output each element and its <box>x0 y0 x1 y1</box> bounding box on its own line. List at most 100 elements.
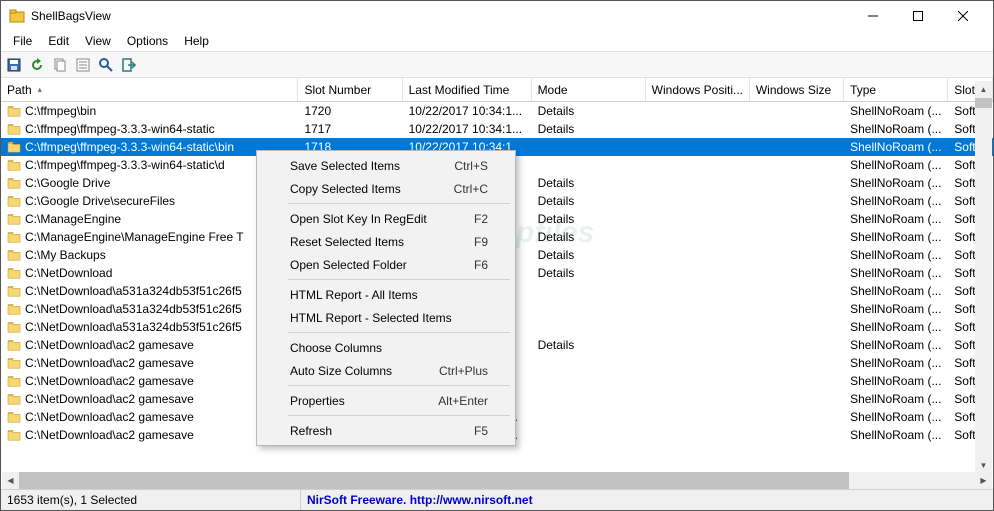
menu-options[interactable]: Options <box>119 32 176 50</box>
sort-indicator-icon: ▴ <box>38 85 42 94</box>
context-menu-separator <box>288 385 510 386</box>
column-last-modified[interactable]: Last Modified Time <box>403 78 532 101</box>
context-menu-item[interactable]: HTML Report - All Items <box>260 283 512 306</box>
context-menu-label: Copy Selected Items <box>290 182 401 196</box>
cell-type: ShellNoRoam (... <box>844 374 948 388</box>
horizontal-scrollbar[interactable]: ◀ ▶ <box>2 472 992 489</box>
cell-type: ShellNoRoam (... <box>844 104 948 118</box>
context-menu-item[interactable]: Auto Size ColumnsCtrl+Plus <box>260 359 512 382</box>
scroll-left-icon[interactable]: ◀ <box>2 472 19 489</box>
cell-slot: 1720 <box>298 104 402 118</box>
properties-icon[interactable] <box>74 56 92 74</box>
cell-type: ShellNoRoam (... <box>844 302 948 316</box>
context-menu-shortcut: Alt+Enter <box>438 394 488 408</box>
cell-mode: Details <box>532 104 646 118</box>
app-icon <box>9 8 25 24</box>
exit-icon[interactable] <box>120 56 138 74</box>
cell-path: C:\NetDownload\ac2 gamesave <box>1 338 298 352</box>
context-menu-label: Open Selected Folder <box>290 258 407 272</box>
status-credit: NirSoft Freeware. http://www.nirsoft.net <box>301 493 533 507</box>
menu-help[interactable]: Help <box>176 32 217 50</box>
cell-slot: 1717 <box>298 122 402 136</box>
context-menu: Save Selected ItemsCtrl+SCopy Selected I… <box>256 150 516 446</box>
context-menu-item[interactable]: HTML Report - Selected Items <box>260 306 512 329</box>
close-button[interactable] <box>940 2 985 31</box>
context-menu-label: Reset Selected Items <box>290 235 404 249</box>
context-menu-separator <box>288 415 510 416</box>
cell-type: ShellNoRoam (... <box>844 212 948 226</box>
cell-modified: 10/22/2017 10:34:1... <box>403 122 532 136</box>
column-windows-size[interactable]: Windows Size <box>750 78 844 101</box>
context-menu-separator <box>288 332 510 333</box>
refresh-icon[interactable] <box>28 56 46 74</box>
context-menu-label: Refresh <box>290 424 332 438</box>
table-row[interactable]: C:\ffmpeg\bin172010/22/2017 10:34:1...De… <box>1 102 993 120</box>
copy-icon[interactable] <box>51 56 69 74</box>
cell-type: ShellNoRoam (... <box>844 140 948 154</box>
cell-type: ShellNoRoam (... <box>844 284 948 298</box>
find-icon[interactable] <box>97 56 115 74</box>
context-menu-shortcut: Ctrl+Plus <box>439 364 488 378</box>
menu-edit[interactable]: Edit <box>40 32 77 50</box>
context-menu-item[interactable]: PropertiesAlt+Enter <box>260 389 512 412</box>
scroll-thumb[interactable] <box>975 98 992 108</box>
context-menu-item[interactable]: Reset Selected Items F9 <box>260 230 512 253</box>
cell-modified: 10/22/2017 10:34:1... <box>403 104 532 118</box>
window-title: ShellBagsView <box>31 9 850 23</box>
cell-type: ShellNoRoam (... <box>844 338 948 352</box>
context-menu-item[interactable]: RefreshF5 <box>260 419 512 442</box>
cell-path: C:\NetDownload\a531a324db53f51c26f5 <box>1 284 298 298</box>
vertical-scrollbar[interactable]: ▲ ▼ <box>975 81 992 474</box>
minimize-button[interactable] <box>850 2 895 31</box>
column-type[interactable]: Type <box>844 78 948 101</box>
cell-mode: Details <box>532 266 646 280</box>
cell-type: ShellNoRoam (... <box>844 176 948 190</box>
maximize-button[interactable] <box>895 2 940 31</box>
context-menu-shortcut: F9 <box>474 235 488 249</box>
context-menu-item[interactable]: Copy Selected Items Ctrl+C <box>260 177 512 200</box>
cell-path: C:\NetDownload\ac2 gamesave <box>1 356 298 370</box>
context-menu-label: HTML Report - Selected Items <box>290 311 452 325</box>
table-row[interactable]: C:\ffmpeg\ffmpeg-3.3.3-win64-static17171… <box>1 120 993 138</box>
cell-path: C:\ffmpeg\ffmpeg-3.3.3-win64-static\d <box>1 158 298 172</box>
cell-path: C:\NetDownload <box>1 266 298 280</box>
context-menu-item[interactable]: Open Slot Key In RegEdit F2 <box>260 207 512 230</box>
cell-mode: Details <box>532 194 646 208</box>
cell-type: ShellNoRoam (... <box>844 428 948 442</box>
cell-path: C:\NetDownload\a531a324db53f51c26f5 <box>1 320 298 334</box>
context-menu-item[interactable]: Choose Columns <box>260 336 512 359</box>
cell-type: ShellNoRoam (... <box>844 230 948 244</box>
column-mode[interactable]: Mode <box>532 78 646 101</box>
cell-path: C:\NetDownload\ac2 gamesave <box>1 374 298 388</box>
context-menu-label: Choose Columns <box>290 341 382 355</box>
scroll-right-icon[interactable]: ▶ <box>975 472 992 489</box>
cell-path: C:\NetDownload\ac2 gamesave <box>1 392 298 406</box>
cell-path: C:\My Backups <box>1 248 298 262</box>
cell-path: C:\NetDownload\ac2 gamesave <box>1 410 298 424</box>
cell-mode: Details <box>532 338 646 352</box>
cell-type: ShellNoRoam (... <box>844 392 948 406</box>
cell-type: ShellNoRoam (... <box>844 248 948 262</box>
column-slot-number[interactable]: Slot Number <box>298 78 402 101</box>
cell-type: ShellNoRoam (... <box>844 122 948 136</box>
save-icon[interactable] <box>5 56 23 74</box>
window-controls <box>850 2 985 31</box>
cell-path: C:\Google Drive <box>1 176 298 190</box>
context-menu-shortcut: Ctrl+C <box>454 182 488 196</box>
context-menu-item[interactable]: Save Selected ItemsCtrl+S <box>260 154 512 177</box>
cell-path: C:\ManageEngine <box>1 212 298 226</box>
context-menu-label: Save Selected Items <box>290 159 400 173</box>
column-path[interactable]: Path▴ <box>1 78 298 101</box>
cell-type: ShellNoRoam (... <box>844 356 948 370</box>
context-menu-label: Open Slot Key In RegEdit <box>290 212 427 226</box>
cell-mode: Details <box>532 176 646 190</box>
context-menu-item[interactable]: Open Selected Folder F6 <box>260 253 512 276</box>
context-menu-separator <box>288 279 510 280</box>
context-menu-shortcut: F2 <box>474 212 488 226</box>
scroll-up-icon[interactable]: ▲ <box>975 81 992 98</box>
menu-file[interactable]: File <box>5 32 40 50</box>
context-menu-shortcut: F6 <box>474 258 488 272</box>
hscroll-thumb[interactable] <box>19 472 849 489</box>
column-windows-position[interactable]: Windows Positi... <box>646 78 750 101</box>
menu-view[interactable]: View <box>77 32 119 50</box>
